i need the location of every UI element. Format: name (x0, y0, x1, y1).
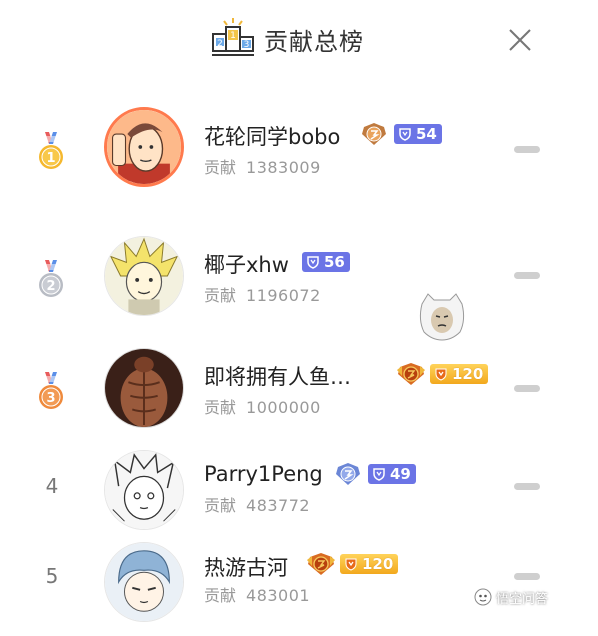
shield-icon (345, 558, 357, 571)
fan-crest-badge-icon (336, 463, 360, 485)
podium-digit-1: 1 (230, 31, 236, 41)
contribution: 贡献 1000000 (204, 394, 321, 418)
avatar[interactable] (104, 236, 184, 316)
list-item[interactable]: 2 椰子xhw 56 贡献 1196072 (0, 228, 598, 328)
list-item[interactable]: 4 Parry1Peng 49 贡献 483772 (0, 446, 598, 546)
contribution: 贡献 483772 (204, 492, 310, 516)
level-badge: 120 (340, 554, 399, 574)
podium-digit-3: 3 (244, 40, 250, 50)
user-name[interactable]: 椰子xhw (204, 249, 289, 279)
contribution: 贡献 1196072 (204, 282, 321, 306)
page-title: 贡献总榜 (264, 28, 364, 56)
user-name[interactable]: 花轮同学bobo (204, 121, 340, 151)
user-name[interactable]: 热游古河 (204, 552, 288, 582)
fan-crest-badge-icon (307, 553, 335, 575)
medal-rank-1: 1 (46, 151, 55, 166)
contribution-label: 贡献 (204, 496, 237, 515)
contribution-label: 贡献 (204, 586, 237, 605)
level-value: 54 (416, 125, 437, 143)
gold-medal-icon: 1 (39, 132, 63, 169)
avatar[interactable] (104, 107, 184, 187)
avatar[interactable] (104, 450, 184, 530)
list-item[interactable]: 3 即将拥有人鱼… 120 贡献 1000000 (0, 340, 598, 440)
list-item[interactable]: 1 花轮同学bobo 54 贡献 1383009 (0, 100, 598, 200)
level-value: 120 (452, 365, 484, 383)
more-handle[interactable] (514, 272, 540, 279)
podium-digit-2: 2 (217, 39, 223, 49)
header: 2 1 3 贡献总榜 (0, 0, 598, 80)
contribution: 贡献 1383009 (204, 154, 321, 178)
more-handle[interactable] (514, 385, 540, 392)
contribution-label: 贡献 (204, 158, 237, 177)
avatar[interactable] (104, 348, 184, 428)
watermark: 悟空问答 (474, 585, 548, 609)
watermark-text: 悟空问答 (496, 591, 549, 607)
contribution: 贡献 483001 (204, 582, 310, 606)
fan-crest-badge-icon (397, 363, 425, 385)
shield-icon (435, 368, 447, 381)
level-badge: 49 (368, 464, 416, 484)
user-name[interactable]: Parry1Peng (204, 462, 323, 486)
level-value: 120 (362, 555, 394, 573)
contribution-value: 1383009 (246, 158, 321, 177)
cat-face-sticker-icon (419, 293, 465, 341)
close-icon[interactable] (506, 26, 534, 54)
rank-number: 4 (45, 474, 59, 498)
level-badge: 54 (394, 124, 442, 144)
contribution-value: 483772 (246, 496, 311, 515)
level-badge: 120 (430, 364, 489, 384)
bronze-medal-icon: 3 (39, 372, 63, 409)
contribution-value: 1196072 (246, 286, 321, 305)
contribution-label: 贡献 (204, 286, 237, 305)
shield-icon (373, 468, 385, 481)
more-handle[interactable] (514, 573, 540, 580)
user-name[interactable]: 即将拥有人鱼… (204, 361, 351, 391)
medal-rank-2: 2 (46, 279, 55, 294)
shield-icon (399, 128, 411, 141)
medal-rank-3: 3 (46, 391, 55, 406)
contribution-value: 1000000 (246, 398, 321, 417)
level-value: 49 (390, 465, 411, 483)
rank-number: 5 (45, 564, 59, 588)
level-badge: 56 (302, 252, 350, 272)
avatar[interactable] (104, 542, 184, 622)
contribution-value: 483001 (246, 586, 311, 605)
fan-crest-badge-icon (362, 123, 386, 145)
level-value: 56 (324, 253, 345, 271)
shield-icon (307, 256, 319, 269)
contribution-label: 贡献 (204, 398, 237, 417)
silver-medal-icon: 2 (39, 260, 63, 297)
more-handle[interactable] (514, 483, 540, 490)
wukong-logo-icon (474, 588, 492, 606)
more-handle[interactable] (514, 146, 540, 153)
podium-icon: 2 1 3 (212, 18, 254, 56)
